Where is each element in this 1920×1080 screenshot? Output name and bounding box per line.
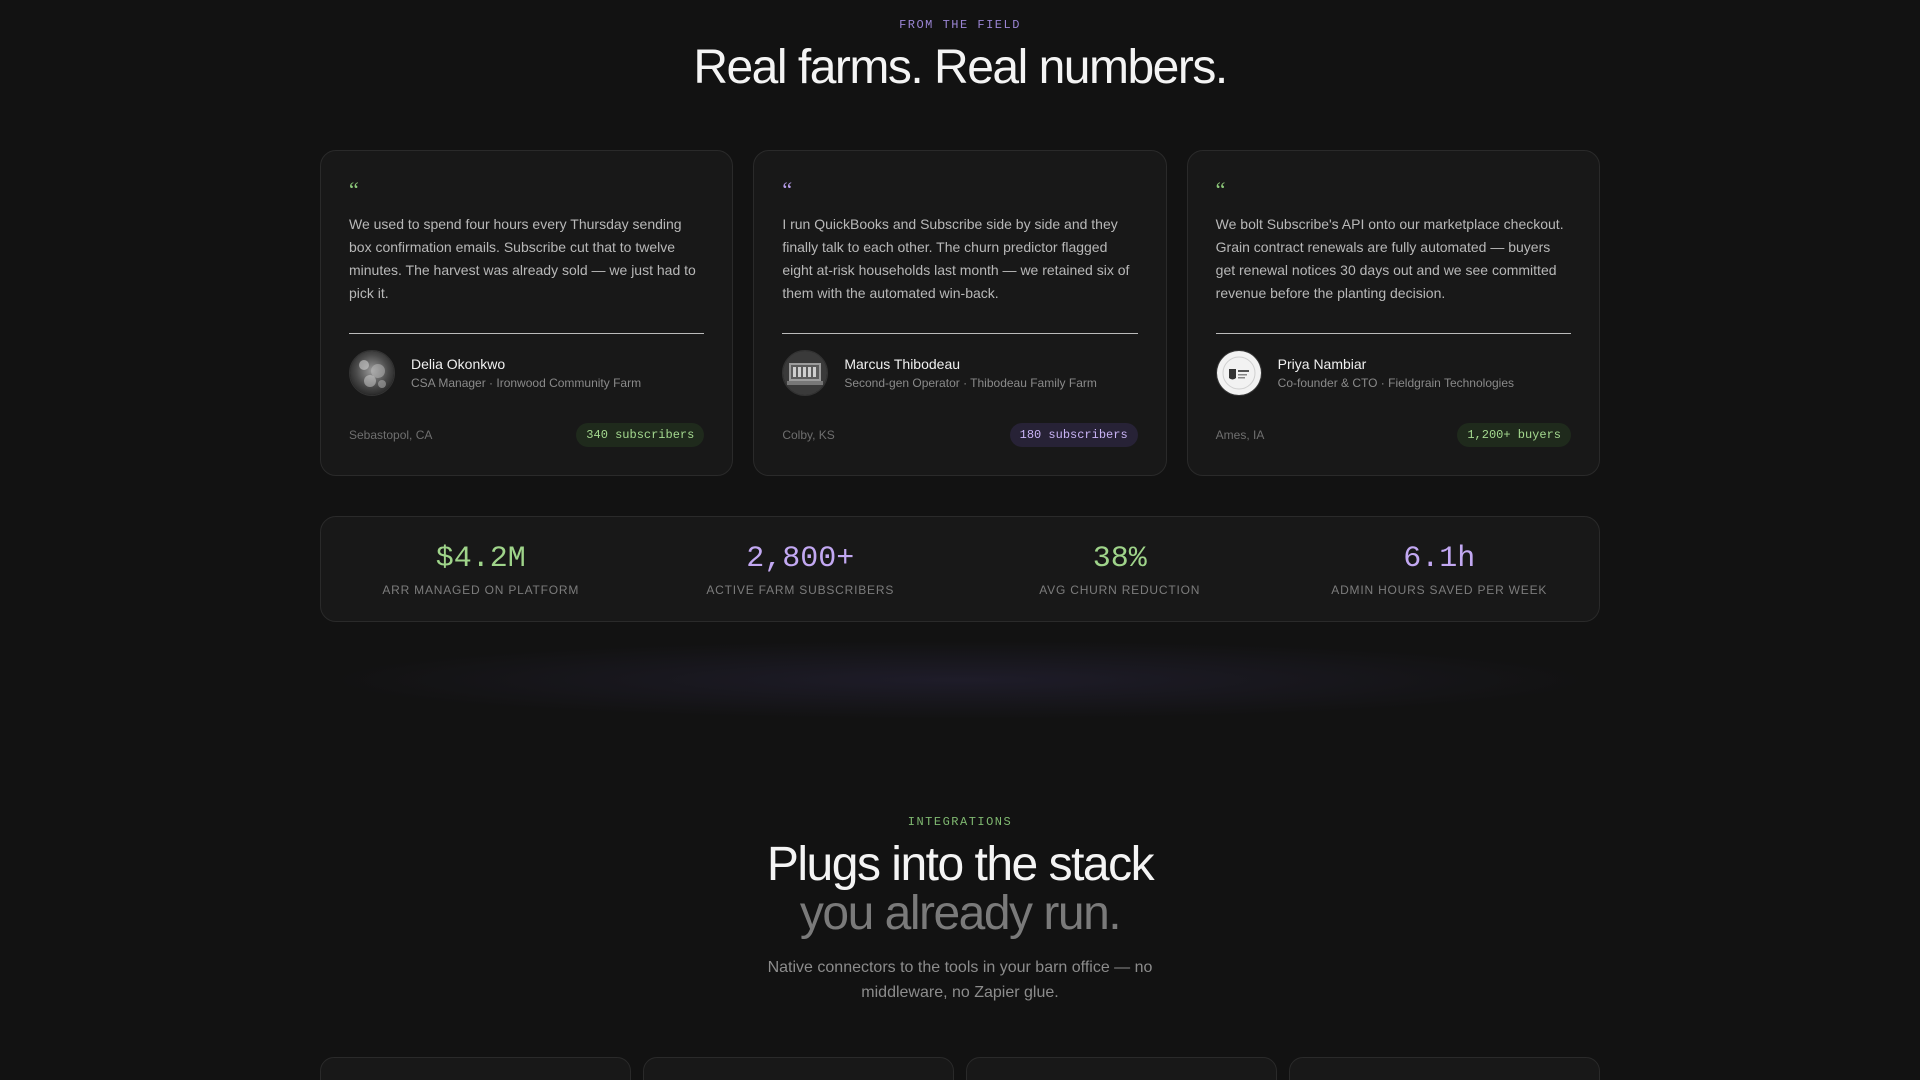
subscriber-badge: 340 subscribers bbox=[576, 423, 705, 447]
divider bbox=[349, 333, 705, 334]
stat-subscribers: 2,800+ ACTIVE FARM SUBSCRIBERS bbox=[641, 541, 961, 597]
stat-churn: 38% AVG CHURN REDUCTION bbox=[960, 541, 1280, 597]
avatar bbox=[1215, 350, 1262, 396]
section-glow bbox=[320, 640, 1600, 720]
stat-arr: $4.2M ARR MANAGED ON PLATFORM bbox=[321, 541, 641, 597]
testimonial-cards: “ We used to spend four hours every Thur… bbox=[320, 150, 1600, 476]
testimonial-card: “ We bolt Subscribe's API onto our marke… bbox=[1186, 150, 1600, 476]
stat-label: ADMIN HOURS SAVED PER WEEK bbox=[1331, 583, 1548, 597]
card-footer: Ames, IA 1,200+ buyers bbox=[1216, 423, 1571, 447]
stats-bar: $4.2M ARR MANAGED ON PLATFORM 2,800+ ACT… bbox=[320, 516, 1600, 622]
author-name: Priya Nambiar bbox=[1277, 356, 1367, 372]
testimonial-quote: We bolt Subscribe's API onto our marketp… bbox=[1215, 216, 1564, 301]
stat-value: 38% bbox=[1092, 542, 1147, 576]
integration-card[interactable] bbox=[966, 1057, 1277, 1080]
author-role: Second-gen Operator · Thibodeau Family F… bbox=[844, 376, 1097, 390]
page: FROM THE FIELD Real farms. Real numbers.… bbox=[0, 0, 1920, 1080]
stat-hours: 6.1h ADMIN HOURS SAVED PER WEEK bbox=[1280, 541, 1600, 597]
testimonial-author: Delia Okonkwo CSA Manager · Ironwood Com… bbox=[349, 350, 704, 396]
integrations-title-secondary: you already run. bbox=[799, 887, 1122, 940]
avatar bbox=[349, 350, 395, 396]
author-role: Co-founder & CTO · Fieldgrain Technologi… bbox=[1277, 376, 1514, 390]
integrations-subtitle: Native connectors to the tools in your b… bbox=[767, 959, 1153, 1001]
avatar bbox=[782, 350, 829, 396]
stat-label: ACTIVE FARM SUBSCRIBERS bbox=[706, 583, 895, 597]
testimonials-eyebrow: FROM THE FIELD bbox=[899, 18, 1021, 32]
divider bbox=[782, 333, 1138, 334]
testimonial-quote: I run QuickBooks and Subscribe side by s… bbox=[782, 216, 1130, 301]
card-footer: Sebastopol, CA 340 subscribers bbox=[349, 423, 705, 447]
stat-label: ARR MANAGED ON PLATFORM bbox=[382, 583, 580, 597]
stat-label: AVG CHURN REDUCTION bbox=[1039, 583, 1201, 597]
testimonial-author: Marcus Thibodeau Second-gen Operator · T… bbox=[782, 350, 1137, 396]
quote-icon: “ bbox=[349, 177, 359, 202]
location: Ames, IA bbox=[1215, 428, 1265, 442]
stat-value: $4.2M bbox=[435, 542, 526, 576]
card-footer: Colby, KS 180 subscribers bbox=[782, 423, 1138, 447]
integration-card[interactable] bbox=[643, 1057, 954, 1080]
integration-card[interactable] bbox=[320, 1057, 631, 1080]
author-name: Delia Okonkwo bbox=[411, 356, 506, 372]
integrations-title: Plugs into the stack bbox=[766, 838, 1155, 891]
testimonials-title: Real farms. Real numbers. bbox=[693, 41, 1228, 94]
testimonial-card: “ We used to spend four hours every Thur… bbox=[320, 150, 734, 476]
testimonial-card: “ I run QuickBooks and Subscribe side by… bbox=[753, 150, 1167, 476]
stat-value: 2,800+ bbox=[746, 542, 855, 576]
testimonial-quote: We used to spend four hours every Thursd… bbox=[349, 216, 696, 301]
integrations-eyebrow: INTEGRATIONS bbox=[907, 815, 1013, 829]
quote-icon: “ bbox=[782, 177, 793, 202]
subscriber-badge: 180 subscribers bbox=[1009, 423, 1138, 447]
location: Sebastopol, CA bbox=[349, 428, 433, 442]
quote-icon: “ bbox=[1215, 177, 1226, 202]
divider bbox=[1215, 333, 1571, 334]
author-name: Marcus Thibodeau bbox=[844, 356, 961, 372]
stat-value: 6.1h bbox=[1403, 542, 1476, 576]
integration-card[interactable] bbox=[1289, 1057, 1600, 1080]
subscriber-badge: 1,200+ buyers bbox=[1457, 423, 1571, 447]
author-role: CSA Manager · Ironwood Community Farm bbox=[411, 376, 642, 390]
testimonial-author: Priya Nambiar Co-founder & CTO · Fieldgr… bbox=[1215, 350, 1571, 396]
integration-cards bbox=[320, 1057, 1600, 1080]
location: Colby, KS bbox=[782, 428, 835, 442]
